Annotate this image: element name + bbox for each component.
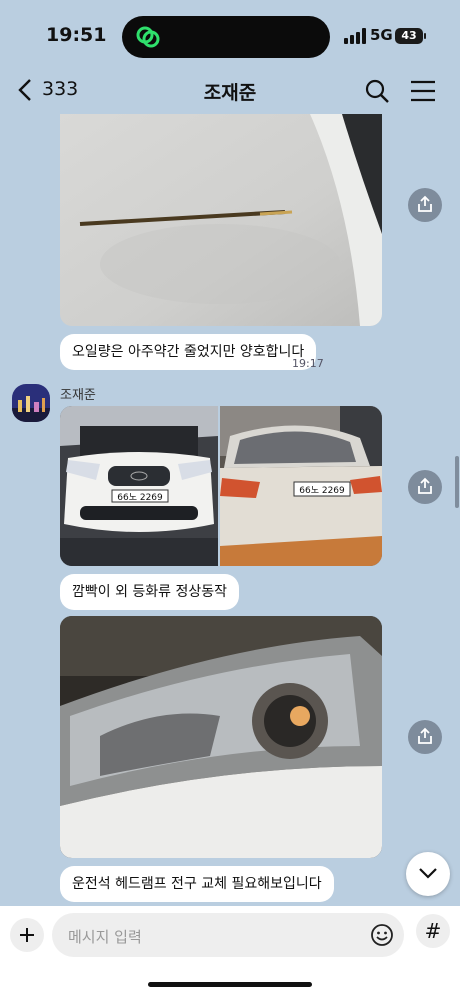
share-button-1[interactable]: [408, 188, 442, 222]
emoji-icon[interactable]: [370, 923, 394, 947]
battery-icon: 43: [395, 28, 423, 44]
rear-plate-text: 66노 2269: [299, 485, 345, 496]
battery-cap: [424, 33, 426, 39]
dynamic-island: [122, 16, 330, 58]
share-icon: [418, 477, 432, 494]
chat-photo-front[interactable]: 66노 2269: [60, 406, 218, 566]
dipstick-photo-image: [60, 114, 382, 326]
signal-icon: [344, 28, 366, 44]
message-bubble-headlamp[interactable]: 운전석 헤드램프 전구 교체 필요해보입니다: [60, 866, 334, 902]
plus-icon: [20, 928, 34, 942]
status-time: 19:51: [46, 24, 107, 46]
link-app-icon: [136, 26, 160, 48]
message-bubble-oil[interactable]: 오일량은 아주약간 줄었지만 양호합니다: [60, 334, 317, 370]
avatar-image: [12, 384, 50, 422]
hash-button[interactable]: #: [416, 914, 450, 948]
front-plate-text: 66노 2269: [117, 492, 163, 503]
scrollbar[interactable]: [455, 456, 459, 508]
message-input[interactable]: 메시지 입력: [52, 913, 404, 957]
message-bubble-lights[interactable]: 깜빡이 외 등화류 정상동작: [60, 574, 240, 610]
sender-name: 조재준: [60, 388, 96, 403]
search-icon[interactable]: [364, 78, 390, 104]
network-type: 5G: [370, 26, 393, 44]
chat-header: 333 조재준: [0, 72, 460, 112]
chat-title: 조재준: [203, 82, 257, 104]
avatar[interactable]: [12, 384, 50, 422]
message-input-placeholder: 메시지 입력: [68, 928, 142, 946]
status-bar: 19:51 5G 43: [0, 0, 460, 72]
chat-photo-headlamp[interactable]: [60, 616, 382, 858]
headlamp-photo-image: [60, 616, 382, 858]
chat-photo-rear[interactable]: 66노 2269: [220, 406, 382, 566]
attach-button[interactable]: [10, 918, 44, 952]
share-icon: [418, 727, 432, 744]
chevron-down-icon: [419, 868, 437, 879]
share-icon: [418, 195, 432, 212]
rear-car-photo-image: 66노 2269: [220, 406, 382, 566]
front-car-photo-image: 66노 2269: [60, 406, 218, 566]
chat-photo-dipstick[interactable]: [60, 114, 382, 326]
message-time: 19:17: [292, 357, 324, 370]
share-button-3[interactable]: [408, 720, 442, 754]
share-button-2[interactable]: [408, 470, 442, 504]
menu-icon[interactable]: [410, 80, 436, 102]
home-indicator: [148, 982, 312, 987]
scroll-to-bottom-button[interactable]: [406, 852, 450, 896]
